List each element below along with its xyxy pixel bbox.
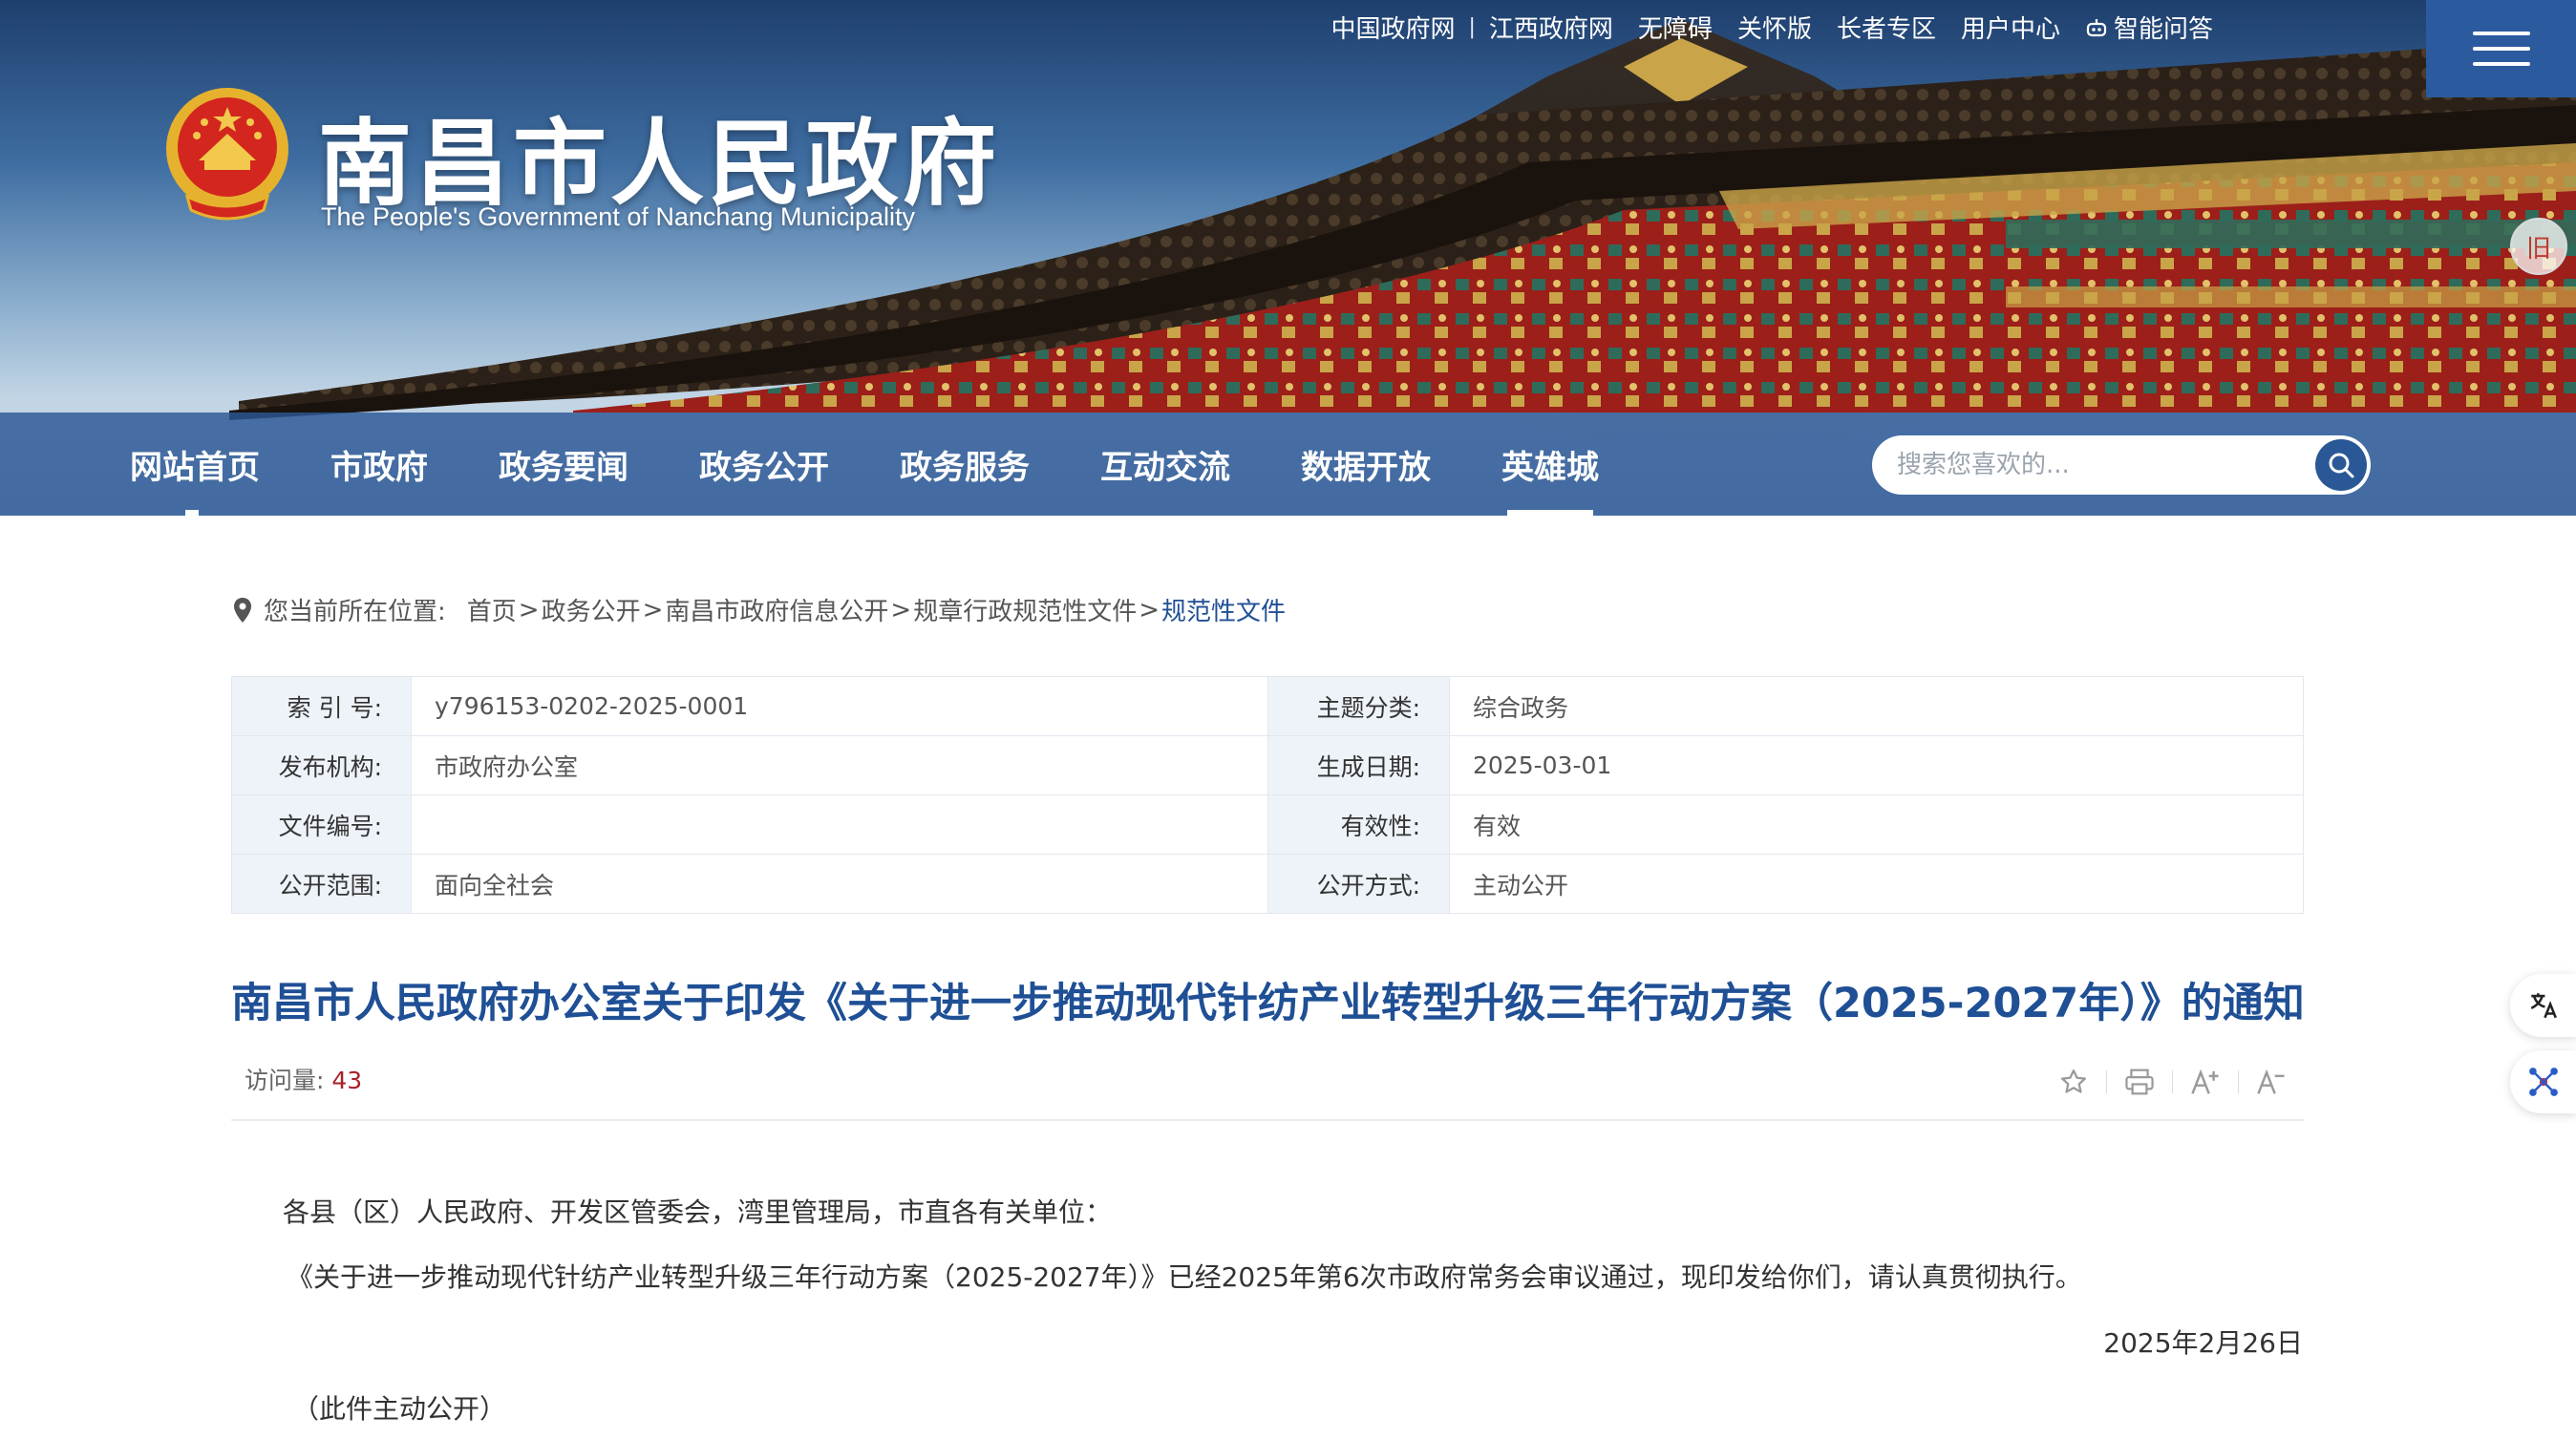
nav-item-gov-services[interactable]: 政务服务	[900, 413, 1030, 516]
document-metadata-table: 索 引 号: y796153-0202-2025-0001 主题分类: 综合政务…	[231, 676, 2304, 914]
meta-value: 2025-03-01	[1449, 735, 2304, 795]
meta-key: 公开范围:	[231, 854, 412, 914]
link-jiangxi-gov[interactable]: 江西政府网	[1489, 10, 1613, 45]
translate-button[interactable]	[2510, 974, 2576, 1037]
nav-item-hero-city[interactable]: 英雄城	[1501, 413, 1599, 516]
toolbar-separator	[2106, 1070, 2107, 1093]
article-paragraph: 各县（区）人民政府、开发区管委会，湾里管理局，市直各有关单位：	[283, 1196, 1113, 1228]
meta-key: 文件编号:	[231, 794, 412, 855]
font-decrease-icon	[2257, 1069, 2285, 1094]
breadcrumb-regulations[interactable]: 规章行政规范性文件	[913, 592, 1137, 627]
table-row: 公开范围: 面向全社会 公开方式: 主动公开	[231, 854, 2304, 914]
link-care-mode[interactable]: 关怀版	[1737, 10, 1812, 45]
translate-icon	[2530, 993, 2557, 1019]
table-row: 文件编号: 有效性: 有效	[231, 794, 2304, 855]
font-increase-button[interactable]	[2183, 1060, 2227, 1104]
hamburger-menu-icon[interactable]	[2426, 0, 2576, 97]
nav-item-open-data[interactable]: 数据开放	[1301, 413, 1431, 516]
table-row: 索 引 号: y796153-0202-2025-0001 主题分类: 综合政务	[231, 676, 2304, 736]
visit-count: 访问量: 43	[245, 1062, 362, 1096]
meta-value	[411, 794, 1268, 855]
meta-value: 面向全社会	[411, 854, 1268, 914]
font-increase-icon	[2191, 1069, 2219, 1094]
meta-key: 主题分类:	[1267, 676, 1450, 736]
search-box	[1872, 435, 2371, 495]
breadcrumb-separator: >	[1139, 595, 1160, 624]
toolbar-separator	[2238, 1070, 2239, 1093]
breadcrumb-label: 您当前所在位置:	[264, 598, 446, 626]
font-decrease-button[interactable]	[2249, 1060, 2293, 1104]
favorite-button[interactable]	[2052, 1060, 2096, 1104]
breadcrumb-separator: >	[890, 595, 912, 624]
article-paragraph: 《关于进一步推动现代针纺产业转型升级三年行动方案（2025-2027年）》已经2…	[287, 1261, 2082, 1293]
meta-value: 综合政务	[1449, 676, 2304, 736]
accessibility-button[interactable]	[2510, 1050, 2576, 1113]
meta-value: 市政府办公室	[411, 735, 1268, 795]
star-icon	[2061, 1069, 2086, 1093]
accessibility-icon	[2529, 1068, 2558, 1096]
nav-item-news[interactable]: 政务要闻	[499, 413, 628, 516]
nav-item-city-gov[interactable]: 市政府	[330, 413, 428, 516]
print-icon	[2125, 1069, 2154, 1095]
breadcrumb-home[interactable]: 首页	[467, 592, 517, 627]
link-elderly-zone[interactable]: 长者专区	[1837, 10, 1936, 45]
visit-count-number: 43	[331, 1067, 363, 1094]
meta-value: y796153-0202-2025-0001	[411, 676, 1268, 736]
meta-key: 生成日期:	[1267, 735, 1450, 795]
top-links-bar: 中国政府网 | 江西政府网 无障碍 关怀版 长者专区 用户中心 智能问答	[1331, 10, 2213, 45]
article-toolbar	[2052, 1060, 2293, 1104]
meta-key: 公开方式:	[1267, 854, 1450, 914]
breadcrumb-info-public[interactable]: 南昌市政府信息公开	[665, 592, 888, 627]
article-note: （此件主动公开）	[292, 1393, 507, 1425]
side-badge[interactable]: 旧	[2510, 218, 2567, 275]
breadcrumb-current[interactable]: 规范性文件	[1161, 592, 1286, 627]
meta-value: 主动公开	[1449, 854, 2304, 914]
search-icon	[2329, 453, 2354, 478]
print-button[interactable]	[2118, 1060, 2161, 1104]
breadcrumb: 您当前所在位置: 首页 > 政务公开 > 南昌市政府信息公开 > 规章行政规范性…	[233, 592, 1286, 627]
search-input[interactable]	[1897, 451, 2298, 479]
link-separator: |	[1468, 15, 1476, 39]
ai-qa-label: 智能问答	[2113, 15, 2213, 44]
link-gov-cn[interactable]: 中国政府网	[1331, 10, 1455, 45]
link-accessibility[interactable]: 无障碍	[1638, 10, 1713, 45]
breadcrumb-separator: >	[642, 595, 664, 624]
national-emblem-icon	[166, 88, 288, 221]
meta-key: 发布机构:	[231, 735, 412, 795]
toolbar-separator	[2172, 1070, 2173, 1093]
article-date: 2025年2月26日	[2103, 1327, 2303, 1359]
nav-item-interaction[interactable]: 互动交流	[1100, 413, 1230, 516]
breadcrumb-gov-public[interactable]: 政务公开	[542, 592, 641, 627]
link-user-center[interactable]: 用户中心	[1961, 10, 2060, 45]
meta-key: 有效性:	[1267, 794, 1450, 855]
robot-icon	[2086, 18, 2107, 36]
location-pin-icon	[234, 597, 251, 623]
meta-value: 有效	[1449, 794, 2304, 855]
link-ai-qa[interactable]: 智能问答	[2085, 10, 2213, 45]
site-subtitle: The People's Government of Nanchang Muni…	[321, 202, 915, 231]
nav-item-gov-affairs-public[interactable]: 政务公开	[699, 413, 829, 516]
article-title: 南昌市人民政府办公室关于印发《关于进一步推动现代针纺产业转型升级三年行动方案（2…	[231, 980, 2305, 1027]
table-row: 发布机构: 市政府办公室 生成日期: 2025-03-01	[231, 735, 2304, 795]
breadcrumb-separator: >	[518, 595, 540, 624]
title-divider	[231, 1119, 2304, 1121]
visit-count-label: 访问量:	[245, 1067, 325, 1094]
nav-item-home[interactable]: 网站首页	[130, 413, 260, 516]
search-button[interactable]	[2315, 439, 2367, 491]
meta-key: 索 引 号:	[231, 676, 412, 736]
